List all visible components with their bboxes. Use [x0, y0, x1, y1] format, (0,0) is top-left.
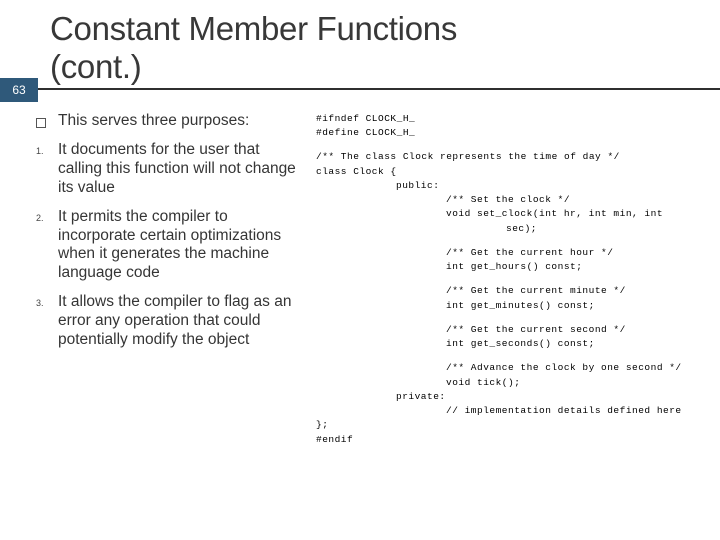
code-line: void tick();: [316, 376, 710, 390]
bullet-text-1: It documents for the user that calling t…: [58, 141, 304, 198]
bullet-text-3: It allows the compiler to flag as an err…: [58, 293, 304, 350]
code-line: sec);: [316, 222, 710, 236]
slide-body: This serves three purposes: 1. It docume…: [0, 90, 720, 457]
code-line: private:: [316, 390, 710, 404]
bullet-number-3: 3.: [36, 293, 58, 350]
page-number-badge: 63: [0, 78, 38, 102]
title-line-2: (cont.): [50, 48, 141, 85]
code-line: public:: [316, 179, 710, 193]
bullet-item-1: 1. It documents for the user that callin…: [36, 141, 304, 198]
code-line: int get_seconds() const;: [316, 337, 710, 351]
code-line: void set_clock(int hr, int min, int: [316, 207, 710, 221]
page-number: 63: [12, 83, 25, 97]
code-line: int get_hours() const;: [316, 260, 710, 274]
code-line: // implementation details defined here: [316, 404, 710, 418]
slide-header: Constant Member Functions (cont.) 63: [0, 0, 720, 90]
slide-title: Constant Member Functions (cont.): [50, 10, 720, 86]
code-line: };: [316, 418, 710, 432]
bullet-number-2: 2.: [36, 208, 58, 284]
bullet-intro: This serves three purposes:: [36, 112, 304, 131]
code-line: #define CLOCK_H_: [316, 126, 710, 140]
code-line: /** Get the current second */: [316, 323, 710, 337]
bullet-text-2: It permits the compiler to incorporate c…: [58, 208, 304, 284]
square-bullet-icon: [36, 112, 58, 131]
title-line-1: Constant Member Functions: [50, 10, 457, 47]
code-column: #ifndef CLOCK_H_ #define CLOCK_H_ /** Th…: [316, 112, 710, 447]
code-line: int get_minutes() const;: [316, 299, 710, 313]
code-line: /** Get the current minute */: [316, 284, 710, 298]
code-line: /** Get the current hour */: [316, 246, 710, 260]
bullet-column: This serves three purposes: 1. It docume…: [36, 112, 304, 447]
code-line: /** Set the clock */: [316, 193, 710, 207]
code-line: #ifndef CLOCK_H_: [316, 112, 710, 126]
bullet-item-2: 2. It permits the compiler to incorporat…: [36, 208, 304, 284]
bullet-item-3: 3. It allows the compiler to flag as an …: [36, 293, 304, 350]
code-line: /** The class Clock represents the time …: [316, 150, 710, 164]
title-underline: [0, 88, 720, 90]
bullet-intro-text: This serves three purposes:: [58, 112, 249, 131]
code-line: /** Advance the clock by one second */: [316, 361, 710, 375]
code-line: #endif: [316, 433, 710, 447]
code-line: class Clock {: [316, 165, 710, 179]
bullet-number-1: 1.: [36, 141, 58, 198]
